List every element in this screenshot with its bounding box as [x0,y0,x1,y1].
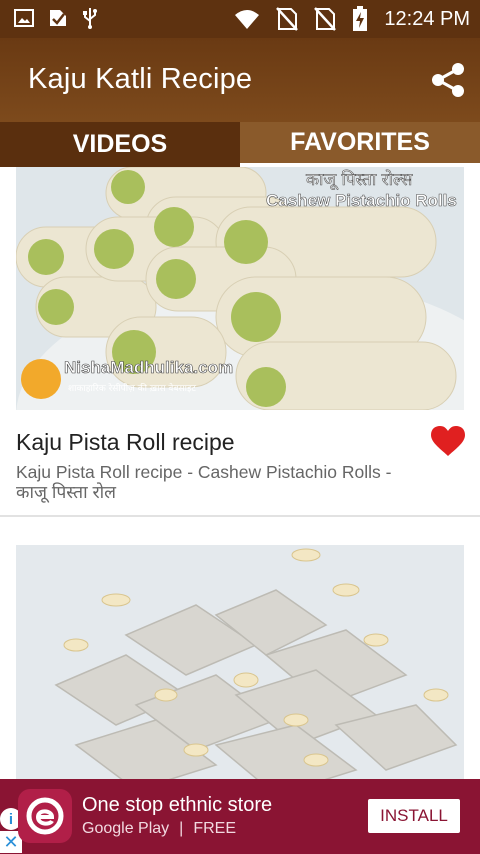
ad-store: Google Play [82,820,170,837]
video-thumbnail[interactable]: काजू पिस्ता रोल्स Cashew Pistachio Rolls… [16,167,464,410]
battery-charging-icon [353,6,368,31]
video-thumbnail[interactable] [16,545,464,779]
app-logo-icon [26,797,64,835]
video-description: Kaju Pista Roll recipe - Cashew Pistachi… [16,462,392,502]
no-sim-icon [314,7,337,31]
thumbnail-watermark-sub: शाकाहारिक रेसीपीज़ की ख़ास वेबसाइट [68,382,196,394]
tab-bar: VIDEOS FAVORITES [0,122,480,167]
image-icon [14,9,34,27]
wifi-icon [235,10,260,29]
thumbnail-english-caption: Cashew Pistachio Rolls [266,191,457,210]
download-check-icon [50,10,66,26]
ad-title: One stop ethnic store [82,794,273,816]
thumbnail-watermark: NishaMadhulika.com [64,358,233,377]
share-icon [432,63,464,97]
ad-banner[interactable]: i ✕ One stop ethnic store Google Play | … [0,779,480,854]
tab-favorites[interactable]: FAVORITES [240,122,480,167]
divider [0,515,480,517]
tab-videos[interactable]: VIDEOS [0,122,240,167]
thumbnail-hindi-caption: काजू पिस्ता रोल्स [306,169,413,190]
status-time: 12:24 PM [384,7,470,30]
app-bar: Kaju Katli Recipe [0,38,480,122]
ad-subtitle: Google Play | FREE [82,820,236,838]
usb-icon [83,8,97,29]
ad-price: FREE [193,820,236,837]
video-title[interactable]: Kaju Pista Roll recipe [16,429,235,456]
status-bar: 12:24 PM [0,0,480,38]
kaju-katli-illustration [16,545,464,779]
ad-separator: | [179,820,184,837]
favorite-button[interactable] [430,425,470,461]
share-button[interactable] [426,58,470,102]
video-list: काजू पिस्ता रोल्स Cashew Pistachio Rolls… [0,167,480,779]
heart-icon [431,426,465,456]
no-sim-icon [276,7,299,31]
ad-app-logo [18,789,72,843]
install-button[interactable]: INSTALL [368,799,460,833]
page-title: Kaju Katli Recipe [28,63,253,95]
kaju-pista-roll-illustration: काजू पिस्ता रोल्स Cashew Pistachio Rolls… [16,167,464,410]
